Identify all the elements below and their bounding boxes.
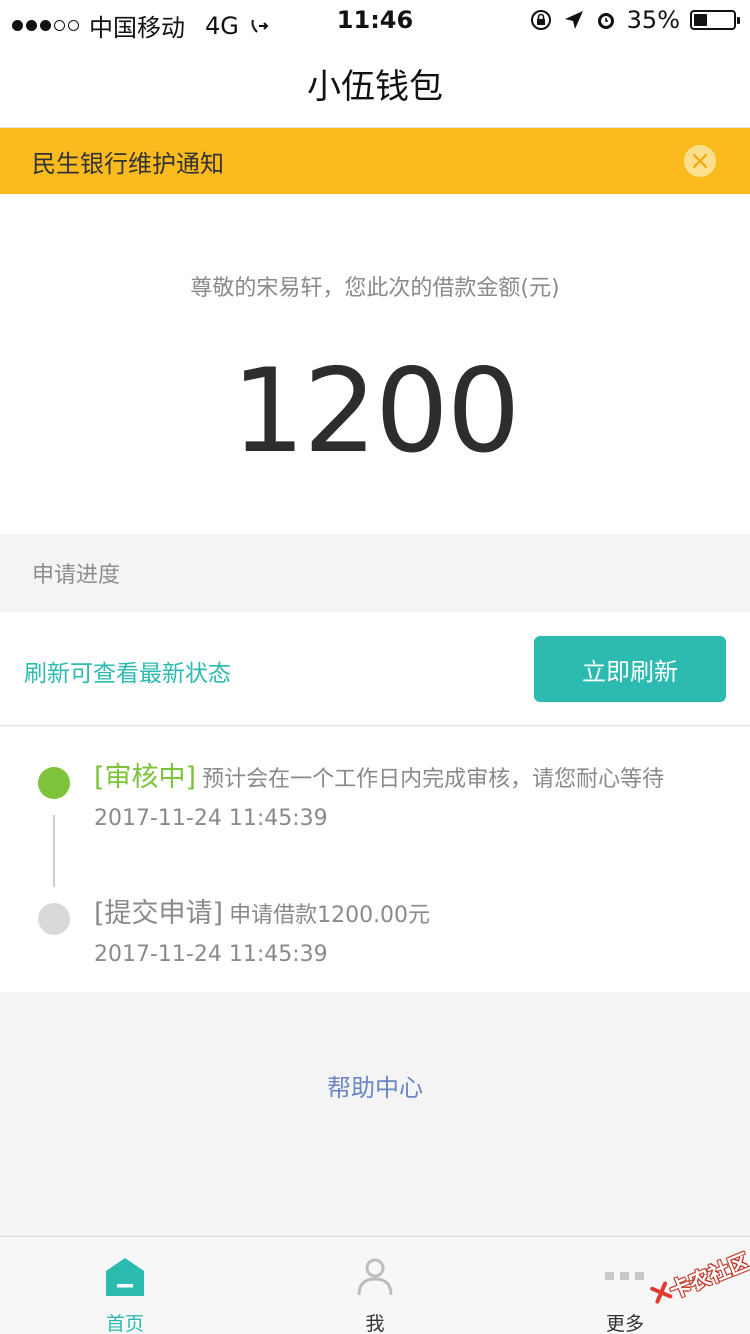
tab-home[interactable]: 首页 (0, 1237, 250, 1334)
rotation-lock-icon (530, 10, 551, 30)
page-title: 小伍钱包 (307, 67, 443, 107)
timeline-time: 2017-11-24 11:45:39 (94, 942, 328, 967)
status-bar: 中国移动 4G 11:46 35% (0, 0, 750, 42)
progress-section-title: 申请进度 (0, 534, 750, 612)
refresh-hint: 刷新可查看最新状态 (24, 661, 231, 687)
battery-icon (690, 10, 740, 30)
user-icon (357, 1258, 393, 1296)
battery-percent: 35% (626, 6, 680, 34)
loan-amount-card: 尊敬的宋易轩，您此次的借款金额(元) 1200 (0, 194, 750, 534)
refresh-row: 刷新可查看最新状态 立即刷新 (0, 612, 750, 726)
tab-bar: 首页 我 更多 (0, 1236, 750, 1334)
loan-amount: 1200 (231, 344, 520, 479)
notice-banner[interactable]: 民生银行维护通知 (0, 128, 750, 194)
progress-timeline: [审核中] 预计会在一个工作日内完成审核，请您耐心等待 2017-11-24 11… (0, 727, 750, 992)
timeline-connector (53, 815, 55, 887)
tab-label: 首页 (105, 1313, 144, 1334)
timeline-desc: 预计会在一个工作日内完成审核，请您耐心等待 (202, 767, 665, 792)
timeline-status: [审核中] (94, 762, 197, 793)
alarm-icon (597, 13, 614, 29)
home-icon (106, 1258, 144, 1296)
timeline-item: [审核中] 预计会在一个工作日内完成审核，请您耐心等待 2017-11-24 11… (94, 755, 664, 831)
timeline-dot-reviewing (38, 767, 70, 799)
timeline-item: [提交申请] 申请借款1200.00元 2017-11-24 11:45:39 (94, 891, 430, 967)
timeline-desc: 申请借款1200.00元 (229, 903, 431, 928)
timeline-time: 2017-11-24 11:45:39 (94, 806, 328, 831)
nav-bar: 小伍钱包 (0, 40, 750, 128)
tab-label: 我 (365, 1313, 385, 1334)
location-icon (564, 11, 583, 29)
timeline-dot-submitted (38, 903, 70, 935)
watermark-text: 卡农社区 (666, 1249, 750, 1304)
close-icon[interactable] (684, 145, 716, 177)
notice-text[interactable]: 民生银行维护通知 (32, 144, 224, 179)
tab-me[interactable]: 我 (250, 1237, 500, 1334)
status-right-group: 35% (529, 6, 740, 34)
refresh-button[interactable]: 立即刷新 (534, 636, 726, 702)
tab-label: 更多 (605, 1313, 644, 1334)
more-icon (605, 1272, 644, 1280)
loan-greeting: 尊敬的宋易轩，您此次的借款金额(元) (190, 276, 560, 301)
timeline-status: [提交申请] (94, 898, 224, 929)
help-center-link[interactable]: 帮助中心 (0, 1068, 750, 1103)
